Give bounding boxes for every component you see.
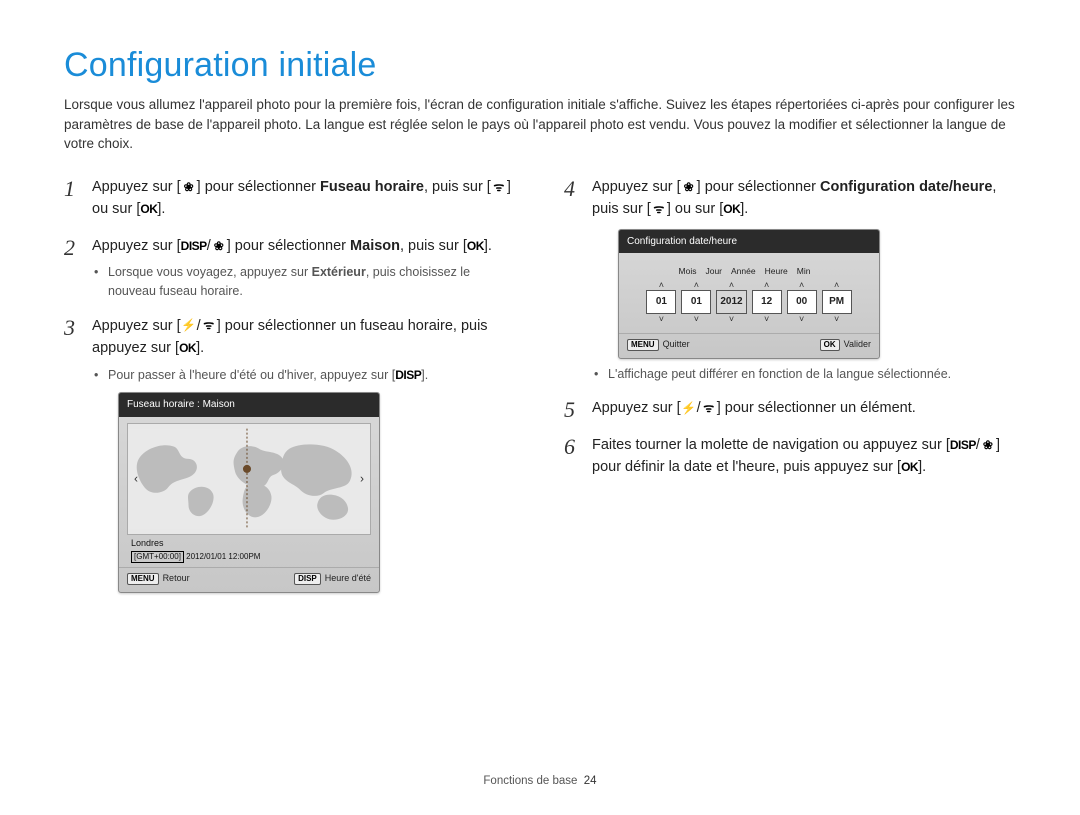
step-4: Appuyez sur [❀] pour sélectionner Config… [564,176,1016,384]
chevron-down-icon[interactable]: ˅ [764,315,769,323]
macro-icon: ❀ [181,179,197,195]
menu-icon: MENU [127,573,159,585]
step-2-note: Lorsque vous voyagez, appuyez sur Extéri… [92,263,516,301]
step-3: Appuyez sur [⚡/ᯤ] pour sélectionner un f… [64,315,516,593]
dt-cell[interactable]: 2012 [716,290,746,314]
menu-icon: MENU [627,339,659,351]
macro-icon: ❀ [211,238,227,254]
chevron-down-icon[interactable]: ˅ [834,315,839,323]
foot-left[interactable]: MENURetour [127,572,190,586]
chevron-up-icon[interactable]: ˄ [834,281,839,289]
ok-icon: OK [820,339,840,351]
step-3-note: Pour passer à l'heure d'été ou d'hiver, … [92,366,516,385]
disp-icon: DISP [294,573,321,585]
next-icon[interactable]: › [356,467,368,490]
two-columns: Appuyez sur [❀] pour sélectionner Fuseau… [64,176,1016,607]
steps-left: Appuyez sur [❀] pour sélectionner Fuseau… [64,176,516,593]
right-column: Appuyez sur [❀] pour sélectionner Config… [564,176,1016,607]
ok-icon: OK [901,460,918,476]
dt-cell[interactable]: PM [822,290,852,314]
left-column: Appuyez sur [❀] pour sélectionner Fuseau… [64,176,516,607]
foot-right[interactable]: OKValider [820,338,871,352]
timestamp: 2012/01/01 12:00PM [186,552,260,561]
chevron-down-icon[interactable]: ˅ [799,315,804,323]
gmt-badge: [GMT+00:00] [131,551,184,563]
city-label: Londres [127,535,371,551]
ok-icon: OK [467,238,484,254]
dt-labels: MoisJourAnnéeHeureMin [627,265,871,278]
map-icon [128,424,370,534]
disp-icon: DISP [950,437,976,453]
lcd-datetime: Configuration date/heure MoisJourAnnéeHe… [618,229,880,359]
wifi-icon: ᯤ [651,201,667,217]
step-6: Faites tourner la molette de navigation … [564,434,1016,479]
intro-text: Lorsque vous allumez l'appareil photo po… [64,95,1016,154]
chevron-down-icon[interactable]: ˅ [659,315,664,323]
ok-icon: OK [140,201,157,217]
foot-right[interactable]: DISPHeure d'été [294,572,371,586]
lcd-timezone: Fuseau horaire : Maison ‹ [118,392,380,593]
ok-icon: OK [723,201,740,217]
prev-icon[interactable]: ‹ [130,467,142,490]
dt-cell[interactable]: 01 [646,290,676,314]
manual-page: Configuration initiale Lorsque vous allu… [0,0,1080,815]
disp-icon: DISP [181,238,207,254]
chevron-up-icon[interactable]: ˄ [764,281,769,289]
ok-icon: OK [179,340,196,356]
dt-cell[interactable]: 01 [681,290,711,314]
macro-icon: ❀ [980,437,996,453]
step-4-note: L'affichage peut différer en fonction de… [592,365,1016,384]
chevron-down-icon[interactable]: ˅ [729,315,734,323]
lcd-title: Configuration date/heure [619,230,879,254]
disp-icon: DISP [395,367,421,383]
page-title: Configuration initiale [64,46,1016,85]
page-footer: Fonctions de base 24 [0,775,1080,787]
step-1: Appuyez sur [❀] pour sélectionner Fuseau… [64,176,516,221]
world-map: ‹ [127,423,371,535]
chevron-up-icon[interactable]: ˄ [659,281,664,289]
step-2: Appuyez sur [DISP/❀] pour sélectionner M… [64,235,516,301]
flash-icon: ⚡ [181,318,197,334]
chevron-up-icon[interactable]: ˄ [694,281,699,289]
wifi-icon: ᯤ [201,318,217,334]
dt-cell[interactable]: 00 [787,290,817,314]
foot-left[interactable]: MENUQuitter [627,338,690,352]
chevron-up-icon[interactable]: ˄ [799,281,804,289]
flash-icon: ⚡ [681,401,697,417]
chevron-down-icon[interactable]: ˅ [694,315,699,323]
macro-icon: ❀ [681,179,697,195]
step-5: Appuyez sur [⚡/ᯤ] pour sélectionner un é… [564,397,1016,419]
chevron-up-icon[interactable]: ˄ [729,281,734,289]
dt-cell[interactable]: 12 [752,290,782,314]
dt-values: ˄01˅˄01˅˄2012˅˄12˅˄00˅˄PM˅ [627,281,871,323]
wifi-icon: ᯤ [491,179,507,195]
wifi-icon: ᯤ [701,401,717,417]
lcd-title: Fuseau horaire : Maison [119,393,379,417]
steps-right: Appuyez sur [❀] pour sélectionner Config… [564,176,1016,479]
